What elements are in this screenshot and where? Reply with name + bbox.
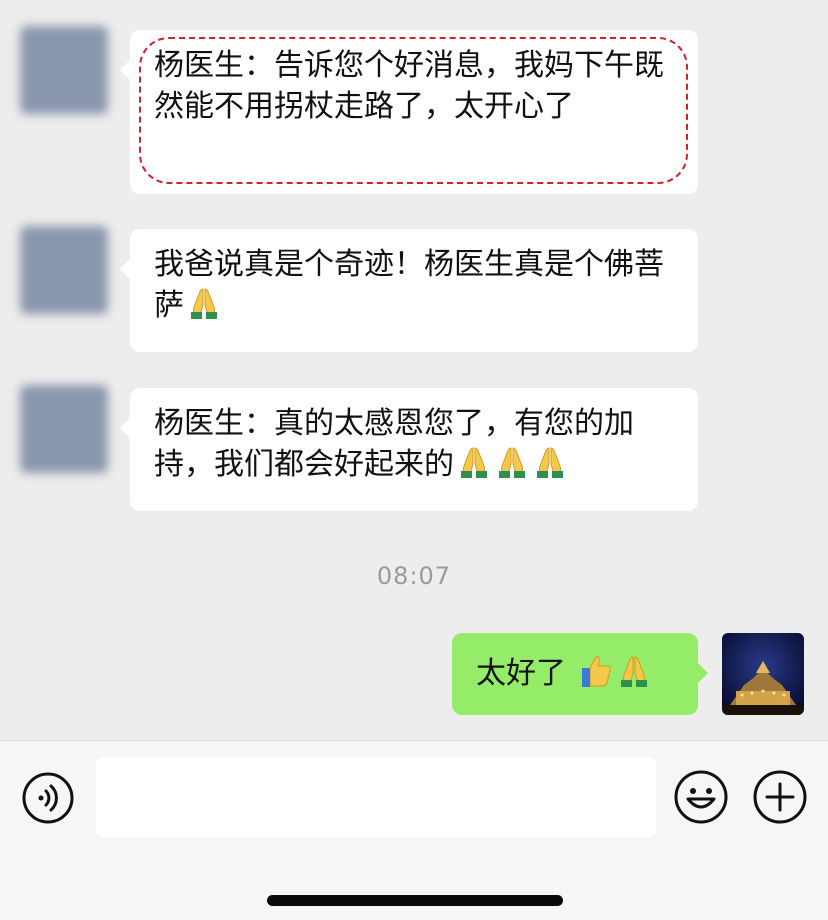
voice-icon[interactable]: [21, 771, 75, 825]
input-bar: [0, 740, 828, 920]
message-text: 杨医生：告诉您个好消息，我妈下午既然能不用拐杖走路了，太开心了: [154, 48, 664, 124]
plus-circle-icon[interactable]: [752, 769, 808, 825]
contact-avatar[interactable]: [20, 226, 108, 314]
contact-avatar[interactable]: [20, 26, 108, 114]
message-bubble[interactable]: 杨医生：真的太感恩您了，有您的加持，我们都会好起来的: [120, 388, 698, 511]
folded-hands-icon: [186, 285, 222, 321]
thumbs-up-icon: [578, 653, 614, 689]
my-message-bubble[interactable]: 太好了: [452, 633, 708, 715]
message-bubble[interactable]: 我爸说真是个奇迹！杨医生真是个佛菩萨: [120, 229, 698, 352]
chat-timestamp: 08:07: [376, 562, 452, 590]
folded-hands-icon: [456, 444, 492, 480]
my-avatar[interactable]: [722, 633, 804, 715]
smiley-icon[interactable]: [673, 769, 729, 825]
message-text: 我爸说真是个奇迹！杨医生真是个佛菩萨: [154, 247, 664, 323]
folded-hands-icon: [616, 653, 652, 689]
message-text: 太好了: [476, 656, 576, 691]
folded-hands-icon: [532, 444, 568, 480]
message-bubble[interactable]: 杨医生：告诉您个好消息，我妈下午既然能不用拐杖走路了，太开心了: [120, 30, 698, 194]
folded-hands-icon: [494, 444, 530, 480]
contact-avatar[interactable]: [20, 385, 108, 473]
message-input[interactable]: [96, 757, 656, 837]
home-indicator[interactable]: [267, 895, 563, 906]
